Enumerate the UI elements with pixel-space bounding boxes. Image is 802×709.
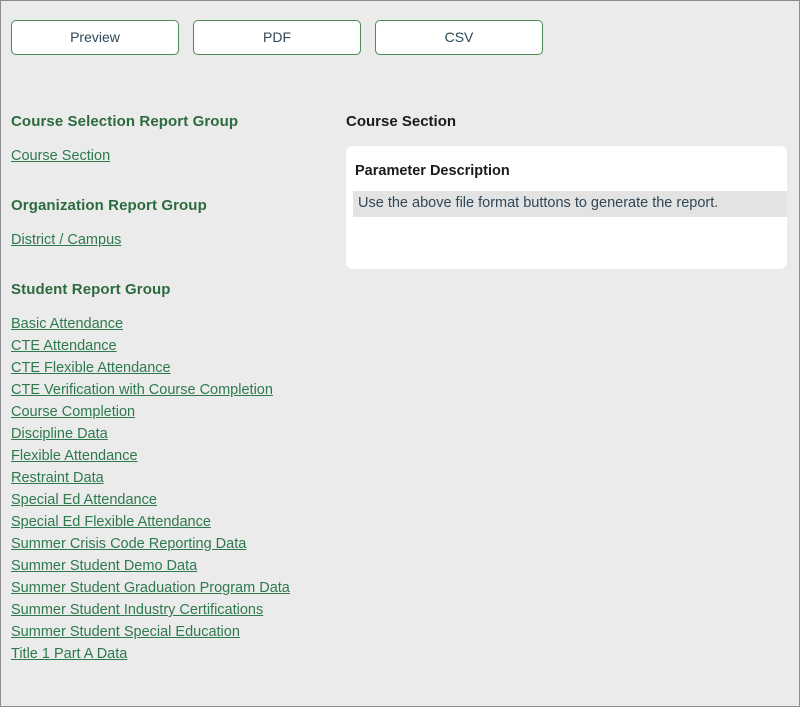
report-link-special-ed-flexible-attendance[interactable]: Special Ed Flexible Attendance xyxy=(11,511,336,533)
report-link-district-campus[interactable]: District / Campus xyxy=(11,229,336,251)
preview-button[interactable]: Preview xyxy=(11,20,179,55)
report-link-summer-student-demo-data[interactable]: Summer Student Demo Data xyxy=(11,555,336,577)
page-title: Course Section xyxy=(346,113,457,130)
file-format-toolbar: Preview PDF CSV xyxy=(11,20,543,55)
report-link-summer-crisis-code-reporting-data[interactable]: Summer Crisis Code Reporting Data xyxy=(11,533,336,555)
student-report-group: Student Report Group Basic Attendance CT… xyxy=(11,281,336,665)
report-link-summer-student-graduation-program-data[interactable]: Summer Student Graduation Program Data xyxy=(11,577,336,599)
parameter-message-row: Use the above file format buttons to gen… xyxy=(353,191,787,217)
report-link-discipline-data[interactable]: Discipline Data xyxy=(11,423,336,445)
group-heading-student: Student Report Group xyxy=(11,281,171,298)
csv-button[interactable]: CSV xyxy=(375,20,543,55)
report-link-basic-attendance[interactable]: Basic Attendance xyxy=(11,313,336,335)
pdf-button[interactable]: PDF xyxy=(193,20,361,55)
parameter-panel: Course Section Parameter Description Use… xyxy=(346,113,787,269)
report-link-cte-flexible-attendance[interactable]: CTE Flexible Attendance xyxy=(11,357,336,379)
group-heading-course-selection: Course Selection Report Group xyxy=(11,113,239,130)
parameter-description-header: Parameter Description xyxy=(355,163,510,179)
report-selection-page: Preview PDF CSV Course Selection Report … xyxy=(0,0,800,707)
report-link-summer-student-special-education[interactable]: Summer Student Special Education xyxy=(11,621,336,643)
report-link-cte-attendance[interactable]: CTE Attendance xyxy=(11,335,336,357)
report-link-course-completion[interactable]: Course Completion xyxy=(11,401,336,423)
report-link-course-section[interactable]: Course Section xyxy=(11,145,336,167)
report-group-list: Course Selection Report Group Course Sec… xyxy=(11,113,336,665)
report-link-summer-student-industry-certifications[interactable]: Summer Student Industry Certifications xyxy=(11,599,336,621)
report-link-cte-verification-with-course-completion[interactable]: CTE Verification with Course Completion xyxy=(11,379,336,401)
report-link-restraint-data[interactable]: Restraint Data xyxy=(11,467,336,489)
report-link-special-ed-attendance[interactable]: Special Ed Attendance xyxy=(11,489,336,511)
report-link-flexible-attendance[interactable]: Flexible Attendance xyxy=(11,445,336,467)
report-link-title-1-part-a-data[interactable]: Title 1 Part A Data xyxy=(11,643,336,665)
group-heading-organization: Organization Report Group xyxy=(11,197,207,214)
course-selection-report-group: Course Selection Report Group Course Sec… xyxy=(11,113,336,167)
organization-report-group: Organization Report Group District / Cam… xyxy=(11,197,336,251)
parameter-description-card: Parameter Description Use the above file… xyxy=(346,146,787,269)
parameter-message-text: Use the above file format buttons to gen… xyxy=(358,195,719,211)
